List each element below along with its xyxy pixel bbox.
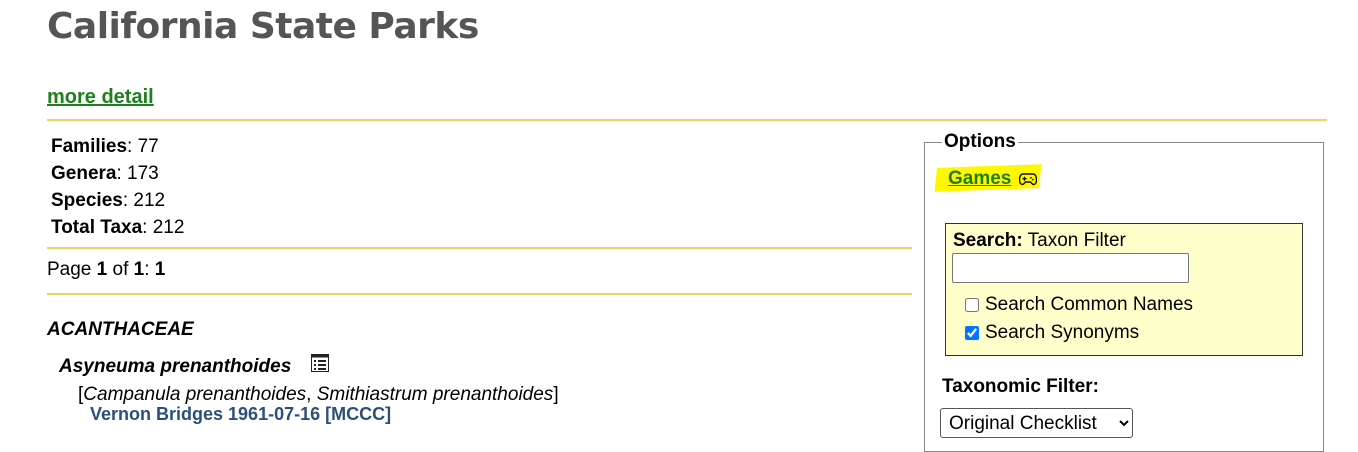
taxonomic-filter-label: Taxonomic Filter: <box>942 376 1099 397</box>
divider <box>47 119 1327 121</box>
search-common-names-option[interactable]: Search Common Names <box>965 294 1193 316</box>
search-label: Search: Taxon Filter <box>953 230 1126 251</box>
more-detail-link[interactable]: more detail <box>47 86 154 109</box>
divider <box>47 293 912 295</box>
pagination-info: Page 1 of 1: 1 <box>47 259 166 280</box>
families-stat: Families: 77 <box>51 136 159 157</box>
genera-stat: Genera: 173 <box>51 163 159 184</box>
search-synonyms-checkbox[interactable] <box>965 326 979 340</box>
total-taxa-stat: Total Taxa: 212 <box>51 217 185 238</box>
taxon-filter-input[interactable] <box>952 253 1189 283</box>
divider <box>47 247 912 249</box>
checklist-stats: Families: 77 Genera: 173 Species: 212 To… <box>51 133 184 241</box>
search-common-names-checkbox[interactable] <box>965 298 979 312</box>
family-heading: ACANTHACEAE <box>47 319 194 340</box>
gamepad-icon <box>1018 172 1038 186</box>
taxon-entry: Asyneuma prenanthoides <box>59 354 330 378</box>
search-synonyms-option[interactable]: Search Synonyms <box>965 322 1139 344</box>
species-stat: Species: 212 <box>51 190 166 211</box>
games-link[interactable]: Games <box>948 168 1011 190</box>
taxon-name: Asyneuma prenanthoides <box>59 356 292 377</box>
synonyms-line: [Campanula prenanthoides, Smithiastrum p… <box>78 384 559 405</box>
page-title: California State Parks <box>47 6 479 47</box>
options-legend: Options <box>942 131 1018 153</box>
voucher-link[interactable]: Vernon Bridges 1961-07-16 [MCCC] <box>90 404 391 425</box>
list-detail-icon[interactable] <box>311 354 330 372</box>
taxonomic-filter-select[interactable]: Original Checklist <box>940 408 1133 438</box>
